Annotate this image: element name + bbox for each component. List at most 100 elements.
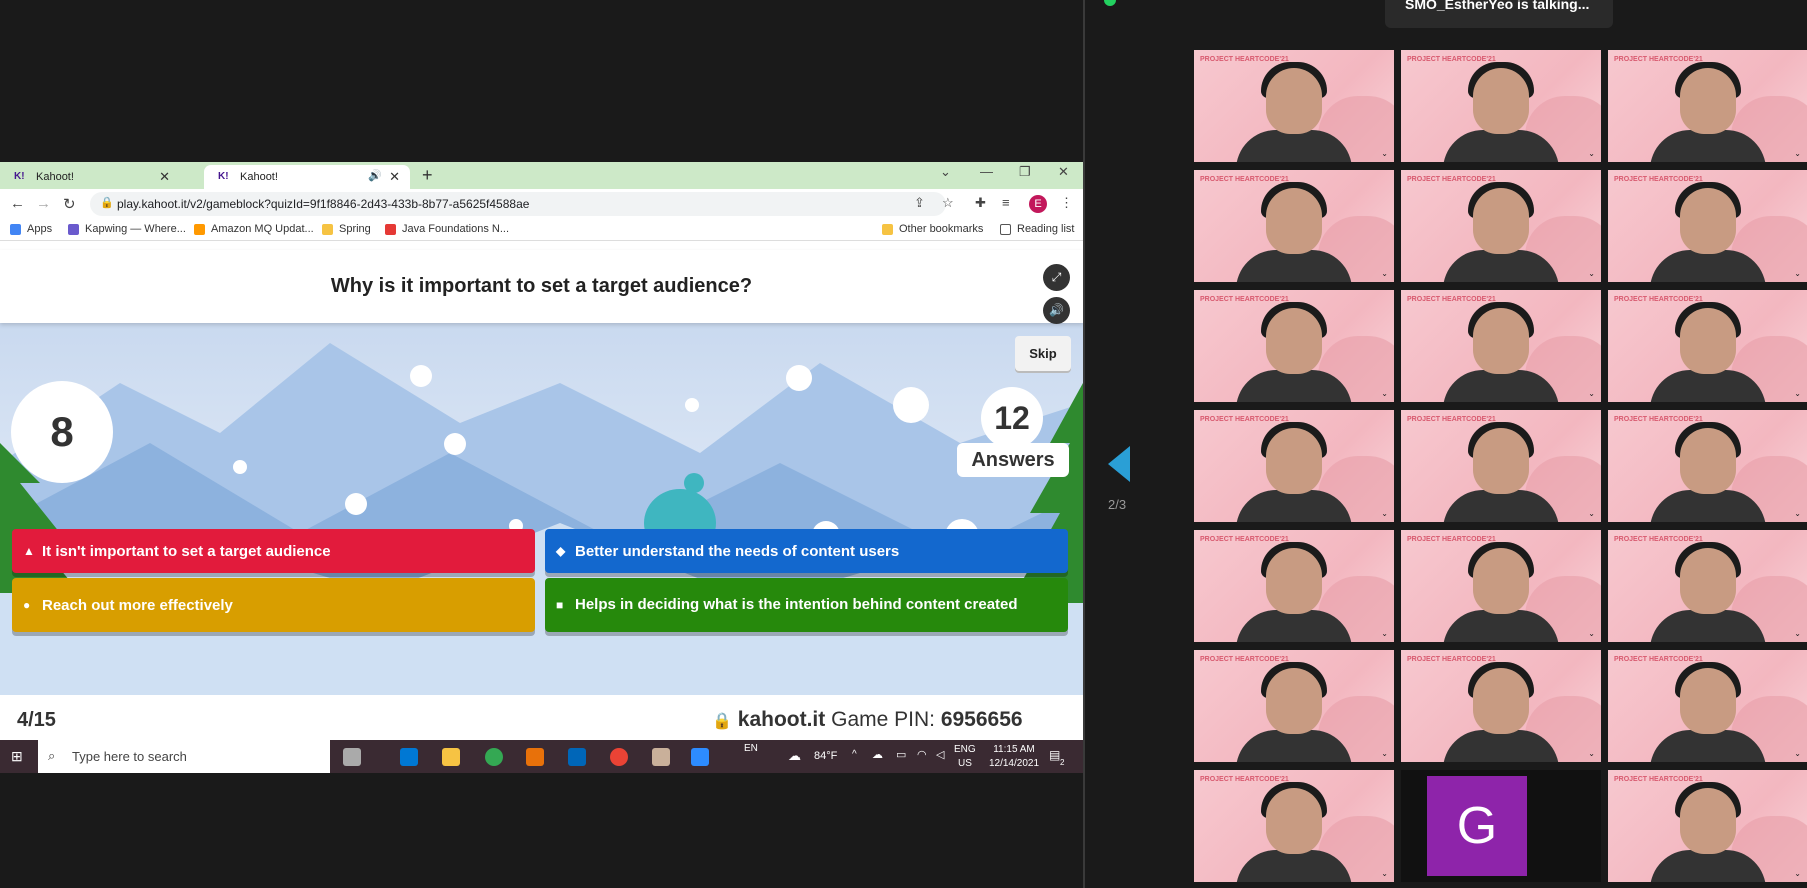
participant-tile[interactable]: PROJECT HEARTCODE'21 ⌄ [1194, 290, 1394, 402]
background-brand: PROJECT HEARTCODE'21 [1614, 656, 1703, 663]
taskbar-search[interactable]: ⌕ Type here to search [38, 740, 330, 773]
participant-tile[interactable]: PROJECT HEARTCODE'21 ⌄ [1608, 170, 1807, 282]
back-icon[interactable]: ← [10, 195, 25, 212]
participant-head [1680, 188, 1736, 254]
participant-tile[interactable]: PROJECT HEARTCODE'21 ⌄ [1194, 530, 1394, 642]
answer-green[interactable]: ■ Helps in deciding what is the intentio… [545, 578, 1068, 632]
participant-tile[interactable]: PROJECT HEARTCODE'21 ⌄ [1194, 650, 1394, 762]
mic-indicator-icon: ⌄ [1588, 509, 1595, 518]
participant-tile[interactable]: PROJECT HEARTCODE'21 ⌄ [1194, 770, 1394, 882]
pin-label: Game PIN: [831, 708, 935, 731]
profile-avatar[interactable]: E [1029, 195, 1047, 213]
bookmark-java[interactable]: Java Foundations N... [385, 223, 509, 235]
battery-icon[interactable]: ▭ [896, 748, 906, 761]
background-area [0, 0, 1083, 162]
app-icon[interactable] [526, 748, 544, 766]
tab-kahoot-2[interactable]: K! Kahoot! 🔊 ✕ [204, 165, 410, 189]
input-lang-top[interactable]: EN [744, 743, 758, 754]
previous-page-arrow-icon[interactable] [1108, 446, 1130, 482]
reading-list-icon [1000, 223, 1011, 235]
participant-tile[interactable]: PROJECT HEARTCODE'21 ⌄ [1608, 50, 1807, 162]
chrome-profile-icon[interactable] [610, 748, 628, 766]
participant-tile[interactable]: PROJECT HEARTCODE'21 ⌄ [1401, 170, 1601, 282]
reload-icon[interactable]: ↻ [63, 195, 76, 213]
new-tab-button[interactable]: + [422, 165, 433, 186]
answer-red[interactable]: ▲ It isn't important to set a target aud… [12, 529, 535, 573]
mic-indicator-icon: ⌄ [1381, 269, 1388, 278]
address-bar[interactable]: 🔒 play.kahoot.it/v2/gameblock?quizId=9f1… [90, 192, 946, 216]
participant-initial: G [1427, 776, 1527, 876]
chevron-up-icon[interactable]: ^ [852, 749, 857, 760]
star-icon[interactable]: ☆ [942, 195, 954, 211]
participant-tile[interactable]: PROJECT HEARTCODE'21 ⌄ [1608, 650, 1807, 762]
chrome-icon[interactable] [485, 748, 503, 766]
windows-start-icon[interactable]: ⊞ [11, 748, 23, 765]
background-brand: PROJECT HEARTCODE'21 [1407, 176, 1496, 183]
close-window-button[interactable]: ✕ [1058, 164, 1069, 180]
participant-tile[interactable]: PROJECT HEARTCODE'21 ⌄ [1608, 530, 1807, 642]
tab-kahoot-1[interactable]: K! Kahoot! ✕ [0, 165, 180, 189]
participant-tile-avatar[interactable]: G [1401, 770, 1601, 882]
background-brand: PROJECT HEARTCODE'21 [1614, 176, 1703, 183]
participant-tile[interactable]: PROJECT HEARTCODE'21 ⌄ [1401, 530, 1601, 642]
participant-tile[interactable]: PROJECT HEARTCODE'21 ⌄ [1401, 650, 1601, 762]
participant-tile[interactable]: PROJECT HEARTCODE'21 ⌄ [1194, 50, 1394, 162]
participant-tile[interactable]: PROJECT HEARTCODE'21 ⌄ [1401, 50, 1601, 162]
clock-date[interactable]: 12/14/2021 [982, 758, 1046, 769]
sound-button[interactable]: 🔊 [1043, 297, 1070, 324]
close-icon[interactable]: ✕ [159, 169, 170, 185]
share-icon[interactable]: ⇪ [914, 195, 925, 211]
close-icon[interactable]: ✕ [389, 169, 400, 185]
participant-tile[interactable]: PROJECT HEARTCODE'21 ⌄ [1401, 290, 1601, 402]
wifi-icon[interactable]: ◠ [917, 748, 927, 761]
game-pin: 6956656 [940, 708, 1023, 731]
region-code[interactable]: US [958, 758, 972, 769]
participant-tile[interactable]: PROJECT HEARTCODE'21 ⌄ [1194, 170, 1394, 282]
answer-blue[interactable]: ◆ Better understand the needs of content… [545, 529, 1068, 573]
participant-head [1473, 308, 1529, 374]
volume-icon[interactable]: ◁ [936, 748, 944, 761]
diamond-icon: ◆ [556, 544, 566, 558]
bookmark-spring[interactable]: Spring [322, 223, 371, 235]
fullscreen-button[interactable]: ⤢ [1043, 264, 1070, 291]
browser-toolbar: ← → ↻ 🔒 play.kahoot.it/v2/gameblock?quiz… [0, 189, 1083, 219]
weather-temp[interactable]: 84°F [814, 750, 837, 762]
task-view-icon[interactable] [343, 748, 361, 766]
file-explorer-icon[interactable] [442, 748, 460, 766]
minimize-button[interactable]: — [980, 164, 993, 179]
bookmark-kapwing[interactable]: Kapwing — Where... [68, 223, 186, 235]
reading-list[interactable]: Reading list [1000, 223, 1074, 235]
answer-yellow[interactable]: ● Reach out more effectively [12, 578, 535, 632]
background-brand: PROJECT HEARTCODE'21 [1200, 416, 1289, 423]
media-control-icon[interactable]: ≡ [1002, 195, 1010, 210]
bookmark-apps[interactable]: Apps [10, 223, 52, 235]
background-brand: PROJECT HEARTCODE'21 [1407, 656, 1496, 663]
participant-tile[interactable]: PROJECT HEARTCODE'21 ⌄ [1608, 290, 1807, 402]
photo-app-icon[interactable] [652, 748, 670, 766]
menu-kebab-icon[interactable]: ⋮ [1060, 195, 1073, 211]
answer-text: Reach out more effectively [42, 596, 233, 614]
participant-tile[interactable]: PROJECT HEARTCODE'21 ⌄ [1608, 770, 1807, 882]
game-pin-area: 🔒 kahoot.it Game PIN: 6956656 [712, 708, 1023, 732]
other-bookmarks[interactable]: Other bookmarks [882, 223, 983, 235]
participant-head [1680, 548, 1736, 614]
extensions-icon[interactable]: ✚ [975, 195, 986, 211]
participant-head [1680, 428, 1736, 494]
outlook-icon[interactable] [400, 748, 418, 766]
participant-tile[interactable]: PROJECT HEARTCODE'21 ⌄ [1194, 410, 1394, 522]
participant-tile[interactable]: PROJECT HEARTCODE'21 ⌄ [1608, 410, 1807, 522]
mic-indicator-icon: ⌄ [1381, 149, 1388, 158]
zoom-icon[interactable] [691, 748, 709, 766]
restore-button[interactable]: ❐ [1019, 164, 1031, 180]
forward-icon[interactable]: → [36, 195, 51, 212]
lang-code[interactable]: ENG [954, 744, 976, 755]
clock-time[interactable]: 11:15 AM [988, 744, 1040, 755]
vscode-icon[interactable] [568, 748, 586, 766]
bookmark-amazon-mq[interactable]: Amazon MQ Updat... [194, 223, 314, 235]
speaker-icon[interactable]: 🔊 [368, 169, 382, 182]
kahoot-favicon-icon: K! [218, 171, 229, 182]
skip-button[interactable]: Skip [1015, 336, 1071, 371]
tab-search-icon[interactable]: ⌄ [940, 164, 951, 180]
notification-icon[interactable]: ▤ [1049, 748, 1060, 762]
participant-tile[interactable]: PROJECT HEARTCODE'21 ⌄ [1401, 410, 1601, 522]
